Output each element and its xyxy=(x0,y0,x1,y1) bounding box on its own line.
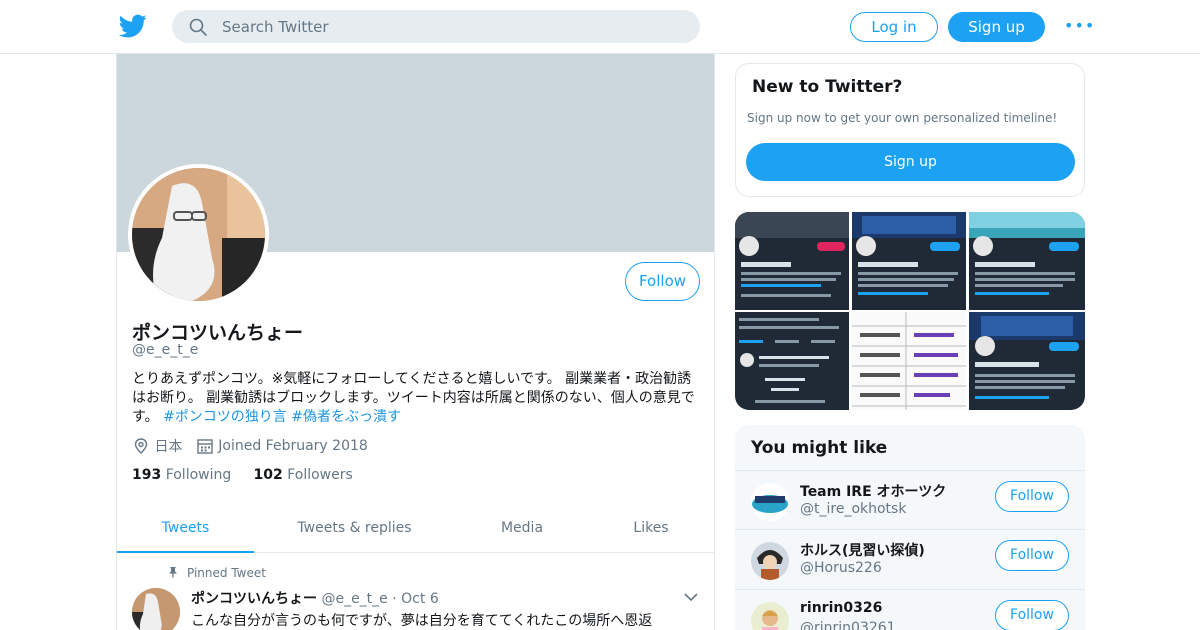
tweet-separator: · xyxy=(392,591,397,607)
following-link[interactable]: 193 Following xyxy=(132,467,231,483)
tweet-author-handle[interactable]: @e_e_t_e xyxy=(321,591,387,607)
search-bar[interactable] xyxy=(172,10,700,43)
suggestion-avatar[interactable] xyxy=(751,542,789,580)
login-button[interactable]: Log in xyxy=(850,12,938,42)
suggestion-row[interactable]: ホルス(見習い探偵) @Horus226 Follow xyxy=(735,529,1085,589)
suggestion-handle: @rinrin03261 xyxy=(800,620,896,630)
media-thumbnail[interactable] xyxy=(735,312,849,410)
bio-hashtag-link[interactable]: #偽者をぶっ潰す xyxy=(291,409,401,425)
location-pin-icon xyxy=(134,438,148,454)
search-icon xyxy=(189,18,207,36)
profile-tabs: Tweets Tweets & replies Media Likes xyxy=(117,506,714,553)
suggestion-row[interactable]: rinrin0326 @rinrin03261 Follow xyxy=(735,589,1085,630)
followers-count: 102 xyxy=(253,467,283,483)
tweet-text: こんな自分が言うのも何ですが、夢は自分を育ててくれたこの場所へ恩返 xyxy=(191,613,653,629)
suggestion-avatar[interactable] xyxy=(751,483,789,521)
follow-button[interactable]: Follow xyxy=(625,262,700,301)
new-to-twitter-desc: Sign up now to get your own personalized… xyxy=(747,111,1058,125)
suggestion-follow-button[interactable]: Follow xyxy=(995,540,1069,571)
profile-handle: @e_e_t_e xyxy=(132,342,199,358)
tweet-avatar-photo xyxy=(132,588,180,630)
new-to-twitter-title: New to Twitter? xyxy=(752,77,903,97)
media-thumbnail[interactable] xyxy=(969,312,1085,410)
profile-stats: 193 Following 102 Followers xyxy=(132,467,353,483)
media-image xyxy=(852,212,966,295)
top-bar: Log in Sign up ••• xyxy=(0,0,1200,54)
pinned-label: Pinned Tweet xyxy=(187,566,266,580)
pinned-indicator: Pinned Tweet xyxy=(167,566,266,580)
suggestion-name[interactable]: ホルス(見習い探偵) xyxy=(800,540,925,560)
avatar-photo xyxy=(132,168,265,301)
chevron-down-icon[interactable] xyxy=(684,592,698,602)
profile-avatar[interactable] xyxy=(128,164,269,305)
more-options-icon[interactable]: ••• xyxy=(1064,16,1094,36)
media-image xyxy=(969,212,1085,295)
twitter-logo-icon[interactable] xyxy=(118,12,148,40)
search-input[interactable] xyxy=(222,10,682,43)
media-thumbnail[interactable] xyxy=(969,212,1085,310)
tab-media[interactable]: Media xyxy=(472,506,572,553)
profile-location: 日本 xyxy=(154,439,183,455)
pinned-tweet[interactable]: Pinned Tweet ポンコツいんちょー @e_e_t_e · Oct 6 … xyxy=(117,554,714,630)
tab-tweets-replies[interactable]: Tweets & replies xyxy=(282,506,427,553)
followers-link[interactable]: 102 Followers xyxy=(254,467,353,483)
bio-hashtag-link[interactable]: #ポンコツの独り言 xyxy=(163,409,287,425)
media-image xyxy=(969,312,1085,399)
tweet-author-name[interactable]: ポンコツいんちょー xyxy=(191,591,317,607)
suggestion-follow-button[interactable]: Follow xyxy=(995,600,1069,630)
followers-label: Followers xyxy=(287,467,353,483)
media-image xyxy=(735,212,849,297)
tweet-date[interactable]: Oct 6 xyxy=(401,591,439,607)
media-thumbnail[interactable] xyxy=(735,212,849,310)
tweet-author-avatar[interactable] xyxy=(132,588,180,630)
suggestion-avatar-image xyxy=(751,483,789,521)
media-grid xyxy=(735,212,1085,410)
media-thumbnail[interactable] xyxy=(852,312,966,410)
profile-meta: 日本 Joined February 2018 xyxy=(132,436,368,458)
suggestion-follow-button[interactable]: Follow xyxy=(995,481,1069,512)
suggestion-handle: @t_ire_okhotsk xyxy=(800,501,907,517)
profile-column: Follow ポンコツいんちょー @e_e_t_e とりあえずポンコツ。※気軽に… xyxy=(116,54,715,630)
suggestion-avatar-image xyxy=(751,542,789,580)
media-thumbnail[interactable] xyxy=(852,212,966,310)
you-might-like-title: You might like xyxy=(751,438,888,458)
profile-joined-date: Joined February 2018 xyxy=(218,438,368,454)
profile-bio: とりあえずポンコツ。※気軽にフォローしてくださると嬉しいです。 副業業者・政治勧… xyxy=(132,370,697,427)
following-count: 193 xyxy=(132,467,162,483)
tab-likes[interactable]: Likes xyxy=(607,506,695,553)
suggestion-avatar[interactable] xyxy=(751,602,789,630)
sidebar-signup-button[interactable]: Sign up xyxy=(746,143,1075,181)
profile-display-name: ポンコツいんちょー xyxy=(132,322,304,344)
media-image xyxy=(852,312,966,410)
suggestion-name[interactable]: Team IRE オホーツク xyxy=(800,481,946,501)
pin-icon xyxy=(169,567,177,578)
suggestion-avatar-image xyxy=(751,602,789,630)
suggestion-row[interactable]: Team IRE オホーツク @t_ire_okhotsk Follow xyxy=(735,470,1085,530)
calendar-icon xyxy=(197,439,213,454)
media-image xyxy=(739,318,839,403)
tweet-header: ポンコツいんちょー @e_e_t_e · Oct 6 xyxy=(191,588,439,608)
you-might-like-card: You might like Team IRE オホーツク @t_ire_okh… xyxy=(735,425,1085,630)
suggestion-handle: @Horus226 xyxy=(800,560,882,576)
tab-tweets[interactable]: Tweets xyxy=(117,506,254,553)
signup-button[interactable]: Sign up xyxy=(948,12,1045,42)
suggestion-name[interactable]: rinrin0326 xyxy=(800,600,882,616)
following-label: Following xyxy=(165,467,232,483)
new-to-twitter-card: New to Twitter? Sign up now to get your … xyxy=(735,63,1085,197)
